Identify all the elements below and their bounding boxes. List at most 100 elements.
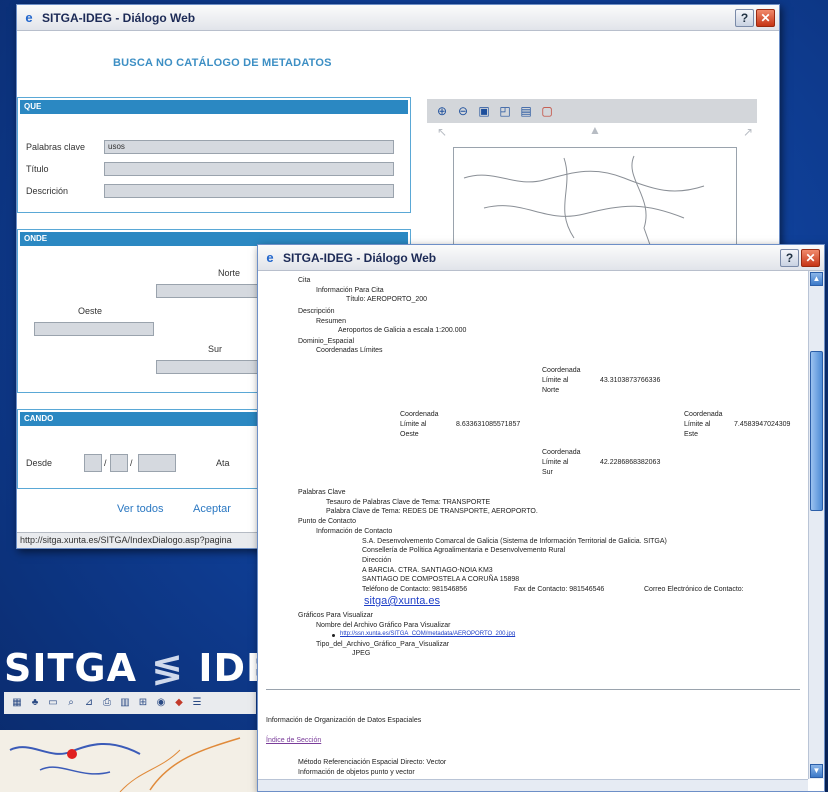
text-line: Coordenada <box>542 449 581 456</box>
text-line: Título: AEROPORTO_200 <box>346 296 428 303</box>
description-input[interactable] <box>104 184 394 198</box>
text-line: Método Referenciación Espacial Directo: … <box>298 759 447 766</box>
metadata-content: Cita Información Para Cita Título: AEROP… <box>258 271 808 779</box>
section-index-link[interactable]: Índice de Sección <box>266 737 321 744</box>
contact-email-link[interactable]: sitga@xunta.es <box>364 595 440 607</box>
east-coordinate-value: 7.4583947024309 <box>734 421 791 428</box>
text-line: Tesauro de Palabras Clave de Tema: TRANS… <box>326 499 491 506</box>
help-button[interactable]: ? <box>735 8 754 27</box>
text-line: Información de Organización de Datos Esp… <box>266 717 422 724</box>
ie-icon: e <box>25 9 33 25</box>
title-label: Título <box>26 164 49 174</box>
scroll-thumb[interactable] <box>810 351 823 511</box>
from-day-input[interactable] <box>84 454 102 472</box>
text-line: Sur <box>542 469 553 476</box>
text-line: Norte <box>542 387 560 394</box>
date-separator: / <box>104 458 107 468</box>
text-line: Aeroportos de Galicia a escala 1:200.000 <box>338 327 467 334</box>
text-line: Coordenadas Límites <box>316 347 383 354</box>
text-line: Teléfono de Contacto: 981546856 <box>362 586 468 593</box>
help-button[interactable]: ? <box>780 248 799 267</box>
text-line: Resumen <box>316 318 346 325</box>
text-line: Información Para Cita <box>316 287 384 294</box>
arrow-ne-icon[interactable]: ↗ <box>743 125 753 139</box>
list-icon[interactable]: ☰ <box>190 696 204 710</box>
text-line: Dominio_Espacial <box>298 338 355 345</box>
north-input[interactable] <box>156 284 266 298</box>
text-line: Información de Contacto <box>316 528 393 535</box>
horizontal-scrollbar[interactable] <box>258 779 808 791</box>
search-icon[interactable]: ⌕ <box>64 696 78 710</box>
view-all-link[interactable]: Ver todos <box>117 503 163 515</box>
brand-separator: ≶ <box>151 646 185 690</box>
layers-icon[interactable]: ▤ <box>519 104 533 118</box>
ruler-icon[interactable]: ⊞ <box>136 696 150 710</box>
scroll-up-icon[interactable]: ▲ <box>810 272 823 286</box>
background-map-lines <box>9 737 241 792</box>
print-icon[interactable]: ⎙ <box>100 696 114 710</box>
text-line: Límite al <box>400 421 427 428</box>
from-label: Desde <box>26 458 53 468</box>
background-map[interactable] <box>0 730 262 792</box>
text-line: Nombre del Archivo Gráfico Para Visualiz… <box>316 622 451 629</box>
window1-title: SITGA-IDEG - Diálogo Web <box>42 10 196 25</box>
keywords-input[interactable]: usos <box>104 140 394 154</box>
window2-title: SITGA-IDEG - Diálogo Web <box>283 250 437 265</box>
catalog-search-heading: BUSCA NO CATÁLOGO DE METADATOS <box>113 57 332 69</box>
vertical-scrollbar[interactable]: ▲ ▼ <box>808 271 824 779</box>
text-line: Límite al <box>542 377 569 384</box>
text-line: Dirección <box>362 557 392 564</box>
map-view[interactable] <box>453 147 737 257</box>
text-line: Oeste <box>400 431 419 438</box>
south-coordinate-value: 42.2286868382063 <box>600 459 661 466</box>
window1-titlebar[interactable]: e SITGA-IDEG - Diálogo Web ? ✕ <box>17 5 779 31</box>
title-input[interactable] <box>104 162 394 176</box>
list-bullet <box>332 634 335 637</box>
south-label: Sur <box>208 344 223 354</box>
clear-icon[interactable]: ▢ <box>540 104 554 118</box>
from-month-input[interactable] <box>110 454 128 472</box>
close-button[interactable]: ✕ <box>756 8 775 27</box>
window-icon[interactable]: ▭ <box>46 696 60 710</box>
text-line: Consellería de Política Agroalimentaria … <box>362 547 566 554</box>
que-panel-header: QUE <box>20 100 408 114</box>
arrow-n-icon[interactable]: ▲ <box>589 123 601 137</box>
que-panel: QUE Palabras clave usos Título Descrició… <box>17 97 411 213</box>
description-label: Descrición <box>26 186 69 196</box>
text-line: Palabra Clave de Tema: REDES DE TRANSPOR… <box>326 508 538 515</box>
text-line: Coordenada <box>400 411 439 418</box>
text-line: Cita <box>298 277 311 284</box>
graphic-file-link[interactable]: http://ssn.xunta.es/SITGA_COM/metadata/A… <box>340 631 515 637</box>
close-button[interactable]: ✕ <box>801 248 820 267</box>
zoom-out-icon[interactable]: ⊖ <box>456 104 470 118</box>
date-separator: / <box>130 458 133 468</box>
north-coordinate-value: 43.3103873766336 <box>600 377 661 384</box>
point-icon[interactable]: ◆ <box>172 696 186 710</box>
zoom-extent-icon[interactable]: ▣ <box>477 104 491 118</box>
south-input[interactable] <box>156 360 266 374</box>
text-line: A BARCIA. CTRA. SANTIAGO-NOIA KM3 <box>362 567 493 574</box>
text-line: Límite al <box>542 459 569 466</box>
text-line: Correo Electrónico de Contacto: <box>644 586 744 593</box>
pan-icon[interactable]: ◰ <box>498 104 512 118</box>
measure-icon[interactable]: ⊿ <box>82 696 96 710</box>
from-year-input[interactable] <box>138 454 176 472</box>
grid-icon[interactable]: ▦ <box>10 696 24 710</box>
text-line: JPEG <box>352 650 371 657</box>
text-line: Punto de Contacto <box>298 518 356 525</box>
ie-icon: e <box>266 249 274 265</box>
tree-icon[interactable]: ♣ <box>28 696 42 710</box>
zoom-in-icon[interactable]: ⊕ <box>435 104 449 118</box>
text-line: S.A. Desenvolvemento Comarcal de Galicia… <box>362 538 667 545</box>
table-icon[interactable]: ▥ <box>118 696 132 710</box>
window2-titlebar[interactable]: e SITGA-IDEG - Diálogo Web ? ✕ <box>258 245 824 271</box>
arrow-nw-icon[interactable]: ↖ <box>437 125 447 139</box>
west-input[interactable] <box>34 322 154 336</box>
globe-icon[interactable]: ◉ <box>154 696 168 710</box>
sitga-ide-logo: SITGA ≶ IDE <box>4 646 273 690</box>
background-map-toolbar: ▦ ♣ ▭ ⌕ ⊿ ⎙ ▥ ⊞ ◉ ◆ ☰ <box>4 692 256 714</box>
text-line: Límite al <box>684 421 711 428</box>
text-line: Este <box>684 431 699 438</box>
accept-link[interactable]: Aceptar <box>193 503 231 515</box>
scroll-down-icon[interactable]: ▼ <box>810 764 823 778</box>
